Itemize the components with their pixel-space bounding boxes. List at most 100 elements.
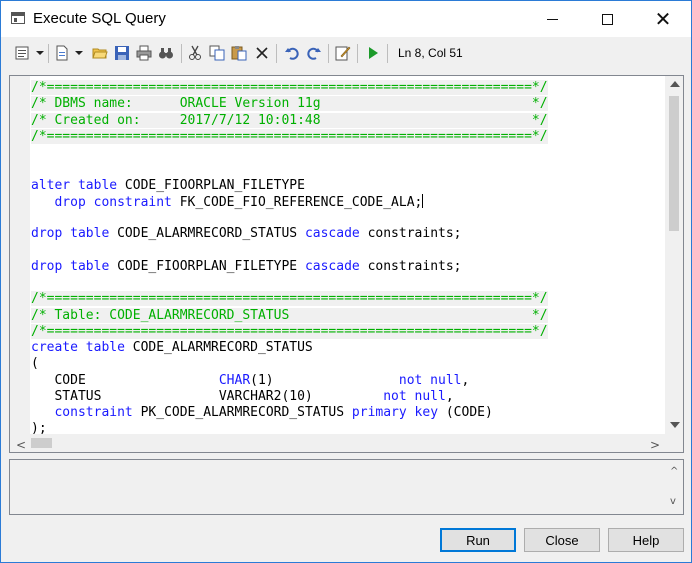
vertical-scrollbar[interactable] — [665, 76, 683, 434]
minimize-button[interactable] — [529, 1, 575, 37]
sql-keyword: cascade — [304, 258, 360, 274]
code-line[interactable] — [31, 210, 548, 226]
code-line[interactable]: /* Created on: 2017/7/12 10:01:48 */ — [31, 112, 548, 129]
sql-comment: /* Created on: 2017/7/12 10:01:48 */ — [31, 112, 548, 128]
print-icon[interactable] — [136, 45, 152, 61]
sql-text: CODE_ALARMRECORD_STATUS — [124, 340, 313, 355]
scroll-left-icon[interactable]: < — [16, 438, 26, 452]
scroll-up-icon[interactable] — [670, 81, 680, 87]
open-folder-icon[interactable] — [92, 45, 108, 61]
sql-keyword: drop table — [31, 258, 110, 274]
edit-icon[interactable] — [335, 45, 351, 61]
code-line[interactable]: STATUS VARCHAR2(10) not null, — [31, 389, 548, 405]
sql-keyword: cascade — [304, 226, 360, 242]
code-line[interactable]: ( — [31, 356, 548, 372]
sql-keyword: primary key — [351, 405, 439, 420]
sql-editor-text-area[interactable]: /*======================================… — [10, 76, 665, 434]
cursor-position-status: Ln 8, Col 51 — [398, 46, 463, 60]
output-scroll-up-icon[interactable]: ^ — [670, 466, 678, 477]
scrollbar-corner — [665, 434, 683, 452]
code-line[interactable]: /*======================================… — [31, 80, 548, 96]
sql-comment: /*======================================… — [31, 323, 548, 339]
code-line[interactable]: /* DBMS name: ORACLE Version 11g */ — [31, 96, 548, 112]
code-line[interactable]: /*======================================… — [31, 323, 548, 340]
output-scroll-down-icon[interactable]: v — [670, 496, 676, 507]
code-line[interactable]: constraint PK_CODE_ALARMRECORD_STATUS pr… — [31, 405, 548, 421]
sql-comment: /*======================================… — [31, 291, 548, 307]
delete-icon[interactable] — [254, 45, 270, 61]
sql-code[interactable]: /*======================================… — [31, 80, 548, 434]
title-bar[interactable]: Execute SQL Query ✕ — [1, 1, 691, 37]
minimize-icon — [546, 18, 558, 20]
sql-keyword: constraint — [54, 405, 133, 420]
toolbar-separator — [181, 44, 182, 63]
sql-keyword: not null — [398, 372, 462, 388]
code-line[interactable]: drop table CODE_FIOORPLAN_FILETYPE casca… — [31, 259, 548, 275]
code-line[interactable]: drop constraint FK_CODE_FIO_REFERENCE_CO… — [31, 193, 548, 210]
toolbar-separator — [357, 44, 358, 63]
code-line[interactable]: drop table CODE_ALARMRECORD_STATUS casca… — [31, 226, 548, 242]
maximize-button[interactable] — [584, 1, 630, 37]
new-document-icon[interactable] — [54, 45, 70, 61]
sql-text: (CODE) — [438, 405, 493, 420]
sql-text: CODE_ALARMRECORD_STATUS — [109, 226, 305, 242]
find-icon[interactable] — [158, 45, 174, 61]
horizontal-scrollbar[interactable]: < > — [10, 434, 665, 452]
redo-icon[interactable] — [306, 45, 322, 61]
sql-keyword: not null — [383, 388, 446, 404]
output-vertical-scrollbar[interactable]: ^ v — [665, 460, 683, 514]
sql-keyword: CHAR — [218, 372, 251, 388]
sql-text: ( — [31, 356, 39, 372]
editor-gutter — [10, 76, 30, 434]
sql-comment: /*======================================… — [31, 128, 548, 144]
code-line[interactable]: /*======================================… — [31, 128, 548, 145]
close-window-button[interactable]: ✕ — [640, 1, 686, 37]
code-line[interactable]: alter table CODE_FIOORPLAN_FILETYPE — [31, 178, 548, 194]
close-icon: ✕ — [654, 7, 672, 31]
code-line[interactable]: create table CODE_ALARMRECORD_STATUS — [31, 340, 548, 356]
properties-dropdown-arrow[interactable] — [36, 51, 44, 55]
sql-text: CODE — [31, 372, 219, 388]
close-button[interactable]: Close — [524, 528, 600, 552]
sql-keyword: alter table — [31, 177, 118, 193]
scroll-right-icon[interactable]: > — [650, 438, 660, 452]
paste-icon[interactable] — [231, 45, 247, 61]
code-line[interactable] — [31, 145, 548, 161]
properties-icon[interactable] — [15, 45, 31, 61]
undo-icon[interactable] — [284, 45, 300, 61]
sql-comment: /* DBMS name: ORACLE Version 11g */ — [31, 96, 548, 112]
code-line[interactable] — [31, 161, 548, 177]
vertical-scroll-thumb[interactable] — [669, 96, 679, 231]
scroll-down-icon[interactable] — [670, 422, 680, 428]
text-caret — [422, 193, 424, 208]
save-icon[interactable] — [114, 45, 130, 61]
window-title: Execute SQL Query — [33, 10, 166, 27]
toolbar-separator — [387, 44, 388, 63]
sql-comment: /* Table: CODE_ALARMRECORD_STATUS */ — [31, 307, 548, 323]
code-line[interactable]: ); — [31, 421, 548, 434]
execute-sql-query-window: Execute SQL Query ✕ Ln 8, Col 51 /*=====… — [0, 0, 692, 563]
horizontal-scroll-thumb[interactable] — [31, 438, 52, 448]
sql-editor[interactable]: /*======================================… — [9, 75, 684, 453]
code-line[interactable] — [31, 243, 548, 259]
run-button[interactable]: Run — [440, 528, 516, 552]
new-dropdown-arrow[interactable] — [75, 51, 83, 55]
sql-text: ); — [31, 421, 47, 434]
code-line[interactable]: /* Table: CODE_ALARMRECORD_STATUS */ — [31, 307, 548, 324]
sql-keyword: create table — [31, 340, 125, 355]
code-line[interactable]: /*======================================… — [31, 291, 548, 307]
help-button[interactable]: Help — [608, 528, 684, 552]
code-line[interactable]: CODE CHAR(1) not null, — [31, 373, 548, 389]
cut-icon[interactable] — [187, 45, 203, 61]
toolbar-separator — [48, 44, 49, 63]
sql-text: (1) — [250, 372, 399, 388]
code-line[interactable] — [31, 275, 548, 291]
run-icon[interactable] — [365, 45, 381, 61]
output-panel[interactable]: ^ v — [9, 459, 684, 515]
copy-icon[interactable] — [209, 45, 225, 61]
sql-comment: /*======================================… — [31, 80, 548, 95]
sql-text: , — [461, 372, 470, 388]
sql-text: , — [445, 388, 454, 404]
